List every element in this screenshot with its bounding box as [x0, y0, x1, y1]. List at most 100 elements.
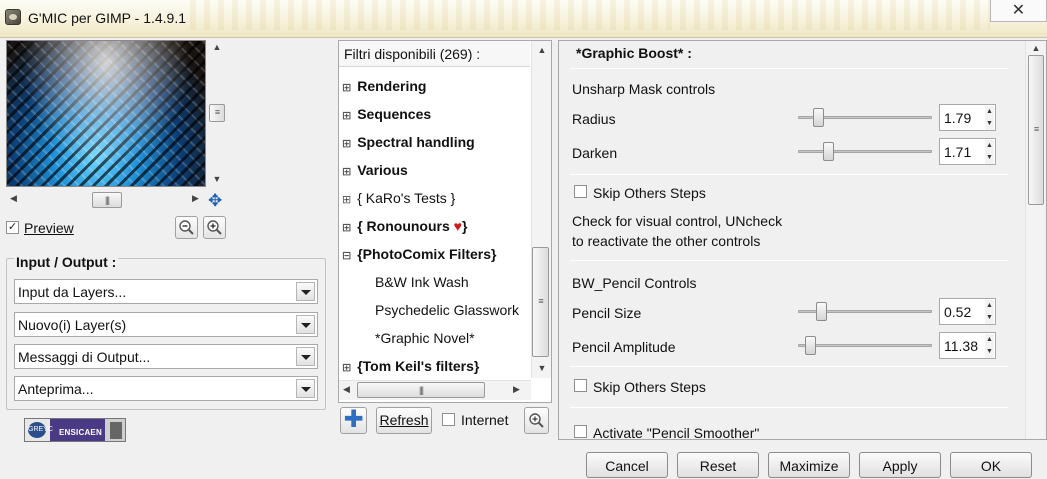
spin-up-icon[interactable]: ▲ [985, 140, 994, 152]
filter-tree-label: Sequences [357, 106, 432, 122]
filter-tree-item[interactable]: *Graphic Novel* [342, 330, 530, 346]
visual-control-note-line2: to reactivate the other controls [572, 233, 761, 249]
preview-horizontal-scrollbar[interactable]: ◀ ||| ▶ [6, 190, 206, 210]
chevron-down-icon[interactable] [296, 282, 315, 301]
pencil-amplitude-spinbox[interactable]: 11.38 ▲ ▼ [939, 332, 996, 359]
window-close-button[interactable]: ✕ [990, 0, 1047, 22]
expand-icon[interactable]: ⊞ [342, 82, 351, 94]
pencil-amplitude-slider-track[interactable] [798, 344, 932, 347]
darken-slider-track[interactable] [798, 150, 932, 153]
skip-steps-checkbox-2[interactable] [574, 379, 587, 392]
scroll-up-arrow-icon[interactable]: ▲ [534, 45, 550, 55]
darken-slider-thumb[interactable] [822, 142, 834, 161]
pencil-size-slider-thumb[interactable] [816, 302, 828, 321]
expand-icon[interactable]: ⊞ [342, 194, 351, 206]
expand-icon[interactable]: ⊞ [342, 362, 351, 374]
spin-up-icon[interactable]: ▲ [985, 106, 994, 118]
expand-icon[interactable]: ⊞ [342, 138, 351, 150]
output-mode-combo[interactable]: Nuovo(i) Layer(s) [14, 312, 318, 337]
expand-icon[interactable]: ⊞ [342, 166, 351, 178]
zoom-out-button[interactable] [175, 216, 198, 239]
skip-steps-label-2[interactable]: Skip Others Steps [593, 379, 706, 395]
chevron-down-icon[interactable] [296, 379, 315, 398]
filter-tree-vscroll-thumb[interactable]: ≡ [532, 247, 549, 357]
maximize-button[interactable]: Maximize [768, 452, 850, 478]
cancel-button[interactable]: Cancel [586, 452, 668, 478]
search-icon [529, 413, 544, 428]
internet-checkbox[interactable] [442, 413, 455, 426]
scroll-right-arrow-icon[interactable]: ▶ [513, 384, 520, 395]
scroll-left-arrow-icon[interactable]: ◀ [10, 193, 17, 204]
filter-tree-label: B&W Ink Wash [375, 274, 469, 290]
spin-up-icon[interactable]: ▲ [985, 334, 994, 346]
ok-button[interactable]: OK [950, 452, 1032, 478]
window-title: G'MIC per GIMP - 1.4.9.1 [28, 10, 187, 26]
parameters-vscroll-thumb[interactable]: ≡ [1028, 55, 1044, 205]
pencil-size-spinbox[interactable]: 0.52 ▲ ▼ [939, 298, 996, 325]
pencil-smoother-checkbox[interactable] [574, 425, 587, 438]
radius-spinbox[interactable]: 1.79 ▲ ▼ [939, 104, 996, 131]
collapse-icon[interactable]: ⊟ [342, 250, 351, 262]
filter-title: *Graphic Boost* : [576, 45, 692, 61]
darken-spinbox[interactable]: 1.71 ▲ ▼ [939, 138, 996, 165]
search-filters-button[interactable] [524, 407, 549, 434]
pencil-amplitude-slider-thumb[interactable] [805, 336, 817, 355]
add-favorite-button[interactable]: ✚ [340, 407, 367, 434]
filter-tree-item[interactable]: ⊞ { Ronounours ♥} [342, 218, 530, 234]
scroll-down-arrow-icon[interactable]: ▼ [534, 363, 550, 373]
spin-down-icon[interactable]: ▼ [985, 118, 994, 130]
move-icon[interactable]: ✥ [208, 191, 222, 211]
preview-vscroll-thumb[interactable]: ≡ [209, 104, 225, 122]
filter-tree-item[interactable]: B&W Ink Wash [342, 274, 530, 290]
scroll-up-arrow-icon[interactable]: ▲ [209, 42, 225, 52]
zoom-in-button[interactable] [203, 216, 226, 239]
preview-image[interactable] [6, 40, 206, 187]
input-layers-combo[interactable]: Input da Layers... [14, 279, 318, 304]
title-decoration [190, 0, 990, 30]
filter-tree-item[interactable]: ⊞ Sequences [342, 106, 530, 122]
preview-label[interactable]: Preview [24, 220, 74, 236]
reset-button[interactable]: Reset [677, 452, 759, 478]
preview-mode-combo[interactable]: Anteprima... [14, 376, 318, 401]
radius-slider-thumb[interactable] [812, 108, 824, 127]
filter-tree-label: *Graphic Novel* [375, 330, 475, 346]
filter-tree-item[interactable]: ⊞ Spectral handling [342, 134, 530, 150]
apply-button[interactable]: Apply [859, 452, 941, 478]
scroll-left-arrow-icon[interactable]: ◀ [343, 384, 350, 395]
combo-value: Input da Layers... [18, 284, 127, 300]
preview-hscroll-thumb[interactable]: ||| [92, 192, 122, 208]
spin-up-icon[interactable]: ▲ [985, 300, 994, 312]
filter-tree-item[interactable]: ⊞ { KaRo's Tests } [342, 190, 530, 206]
chevron-down-icon[interactable] [296, 347, 315, 366]
spin-down-icon[interactable]: ▼ [985, 346, 994, 358]
scroll-right-arrow-icon[interactable]: ▶ [192, 193, 199, 204]
chevron-down-icon[interactable] [296, 315, 315, 334]
output-messages-combo[interactable]: Messaggi di Output... [14, 344, 318, 369]
internet-label[interactable]: Internet [461, 412, 508, 428]
filter-tree-item[interactable]: Psychedelic Glasswork [342, 302, 530, 318]
scroll-down-arrow-icon[interactable]: ▼ [209, 174, 225, 184]
filter-tree-item[interactable]: ⊞ {Tom Keil's filters} [342, 358, 530, 374]
preview-checkbox[interactable]: ✓ [6, 221, 19, 234]
radius-label: Radius [572, 111, 616, 127]
refresh-button[interactable]: Refresh [376, 407, 432, 434]
scroll-up-arrow-icon[interactable]: ▲ [1028, 43, 1044, 53]
grip-icon: ||| [418, 385, 424, 395]
heart-icon: ♥ [453, 218, 462, 234]
combo-value: Nuovo(i) Layer(s) [18, 317, 127, 333]
filters-header: Filtri disponibili (269) : [339, 41, 530, 67]
preview-vertical-scrollbar[interactable]: ▲ ≡ ▼ [207, 40, 227, 190]
filter-tree-label: {Tom Keil's filters} [357, 358, 480, 374]
filter-tree-item[interactable]: ⊞ Rendering [342, 78, 530, 94]
spin-down-icon[interactable]: ▼ [985, 312, 994, 324]
filter-tree-item[interactable]: ⊞ Various [342, 162, 530, 178]
filter-tree-hscroll-thumb[interactable]: ||| [357, 382, 485, 398]
expand-icon[interactable]: ⊞ [342, 110, 351, 122]
skip-steps-checkbox-1[interactable] [574, 185, 587, 198]
pencil-smoother-label[interactable]: Activate "Pencil Smoother" [593, 425, 759, 441]
expand-icon[interactable]: ⊞ [342, 222, 351, 234]
filter-tree-item[interactable]: ⊟ {PhotoComix Filters} [342, 246, 530, 262]
pencil-size-label: Pencil Size [572, 305, 642, 321]
spin-down-icon[interactable]: ▼ [985, 152, 994, 164]
skip-steps-label-1[interactable]: Skip Others Steps [593, 185, 706, 201]
